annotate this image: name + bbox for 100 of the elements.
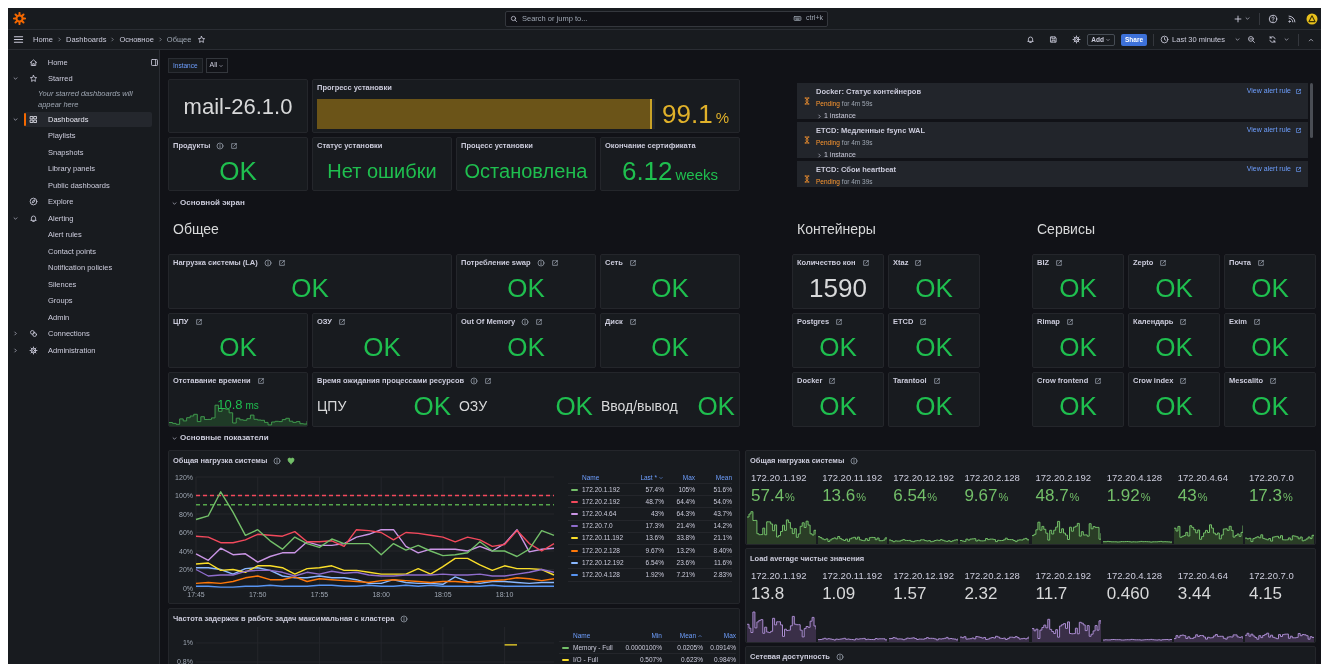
- chevron-down-icon[interactable]: [11, 214, 19, 222]
- stat-label: 172.20.1.192: [751, 471, 808, 485]
- logo-icon[interactable]: [13, 12, 26, 25]
- scrollbar-thumb[interactable]: [1310, 83, 1313, 138]
- stat-unit: %: [856, 492, 866, 504]
- external-link-icon[interactable]: [535, 317, 544, 326]
- chevron-down-icon[interactable]: [11, 115, 19, 123]
- settings-icon[interactable]: [1072, 35, 1082, 44]
- stat-value: OK: [915, 393, 953, 419]
- stat-value: OK: [697, 393, 735, 419]
- external-link-icon[interactable]: [1055, 258, 1064, 267]
- external-link-icon[interactable]: [1065, 317, 1074, 326]
- stat-value: OK: [413, 393, 451, 419]
- stat-value: OK: [1251, 334, 1289, 360]
- avatar-icon[interactable]: [1306, 12, 1318, 25]
- stat-value: 10.8: [217, 397, 243, 411]
- star-icon[interactable]: [197, 35, 207, 44]
- row-toggle[interactable]: Основные показатели: [171, 432, 269, 444]
- compass-icon: [29, 197, 38, 207]
- sparkline: [747, 609, 816, 642]
- rss-icon[interactable]: [1287, 13, 1297, 24]
- external-link-icon[interactable]: [484, 376, 493, 385]
- stat-value: OK: [915, 275, 953, 301]
- stat-value: OK: [651, 275, 689, 301]
- stat-label: 172.20.4.64: [1177, 569, 1229, 583]
- stat-value: 1.57: [893, 585, 927, 603]
- external-link-icon[interactable]: [861, 258, 870, 267]
- dock-icon[interactable]: [150, 57, 159, 67]
- help-icon[interactable]: [1268, 13, 1278, 24]
- chevron-down-icon[interactable]: [11, 75, 19, 83]
- refresh-button[interactable]: [1268, 35, 1290, 44]
- bell-icon[interactable]: [1026, 35, 1036, 44]
- stat-label: 172.20.2.128: [964, 471, 1021, 485]
- stat-unit: %: [785, 492, 795, 504]
- chevron-right-icon[interactable]: [11, 330, 19, 338]
- stat-unit: %: [927, 492, 938, 504]
- external-link-icon[interactable]: [337, 317, 346, 326]
- group-title: Общее: [173, 219, 219, 239]
- stat-label: 172.20.7.0: [1248, 569, 1295, 583]
- stat-value: 99.1: [662, 101, 713, 127]
- info-icon[interactable]: [400, 614, 409, 623]
- stat-value: Остановлена: [464, 160, 588, 181]
- stat-label: ОЗУ: [459, 396, 488, 416]
- info-icon[interactable]: [850, 456, 859, 465]
- chevron-down-icon: [1234, 36, 1241, 43]
- info-icon[interactable]: [470, 376, 479, 385]
- zoom-out-icon[interactable]: [1247, 35, 1256, 44]
- chevron-right-icon[interactable]: [11, 346, 19, 354]
- external-link-icon[interactable]: [628, 258, 637, 267]
- stat-value: OK: [1251, 275, 1289, 301]
- chevron-right-icon: [109, 36, 117, 43]
- stat-label: 172.20.11.192: [822, 471, 884, 485]
- stat-value: OK: [1059, 275, 1097, 301]
- stat-label: 172.20.1.192: [751, 569, 808, 583]
- stat-value: 1590: [809, 275, 867, 301]
- external-link-icon[interactable]: [277, 258, 286, 267]
- stat-value: 3.44: [1177, 585, 1211, 603]
- external-link-icon[interactable]: [256, 376, 265, 385]
- external-link-icon[interactable]: [1179, 317, 1188, 326]
- external-link-icon[interactable]: [1179, 376, 1188, 385]
- stat-value: OK: [1059, 334, 1097, 360]
- stat-value: 43: [1177, 487, 1197, 505]
- external-link-icon[interactable]: [1257, 258, 1265, 267]
- menu-icon[interactable]: [13, 34, 24, 45]
- stat-value: 11.7: [1035, 585, 1068, 603]
- info-icon[interactable]: [521, 317, 530, 326]
- stat-value: 48.7: [1035, 487, 1069, 505]
- external-link-icon[interactable]: [1159, 258, 1168, 267]
- external-link-icon[interactable]: [1269, 376, 1278, 385]
- row-toggle[interactable]: Основной экран: [171, 197, 245, 209]
- stat-value: 17.3: [1248, 487, 1282, 505]
- stat-value: OK: [1155, 275, 1193, 301]
- external-link-icon[interactable]: [550, 258, 559, 267]
- stat-value: 13.8: [751, 585, 785, 603]
- stat-label: 172.20.12.192: [893, 569, 955, 583]
- external-link-icon[interactable]: [628, 317, 637, 326]
- save-icon[interactable]: [1049, 35, 1059, 44]
- external-link-icon[interactable]: [1252, 317, 1261, 326]
- info-icon[interactable]: [536, 258, 545, 267]
- stat-value: 6.12: [621, 157, 673, 184]
- external-link-icon[interactable]: [194, 317, 203, 326]
- external-link-icon[interactable]: [932, 376, 941, 385]
- home-icon: [28, 57, 38, 67]
- new-button[interactable]: [1233, 13, 1251, 24]
- external-link-icon[interactable]: [1094, 376, 1103, 385]
- external-link-icon[interactable]: [230, 141, 239, 150]
- hourglass-icon: [803, 97, 811, 105]
- stat-value: OK: [915, 334, 953, 360]
- info-icon[interactable]: [273, 456, 282, 465]
- stat-value: 57.4: [751, 487, 785, 505]
- info-icon[interactable]: [835, 652, 844, 661]
- stat-label: 172.20.12.192: [893, 471, 955, 485]
- external-link-icon[interactable]: [828, 376, 837, 385]
- stat-value: 1.92: [1106, 487, 1140, 505]
- info-icon[interactable]: [263, 258, 272, 267]
- stat-value: 9.67: [964, 487, 998, 505]
- info-icon[interactable]: [216, 141, 225, 150]
- external-link-icon[interactable]: [914, 258, 923, 267]
- external-link-icon[interactable]: [919, 317, 928, 326]
- external-link-icon[interactable]: [835, 317, 844, 326]
